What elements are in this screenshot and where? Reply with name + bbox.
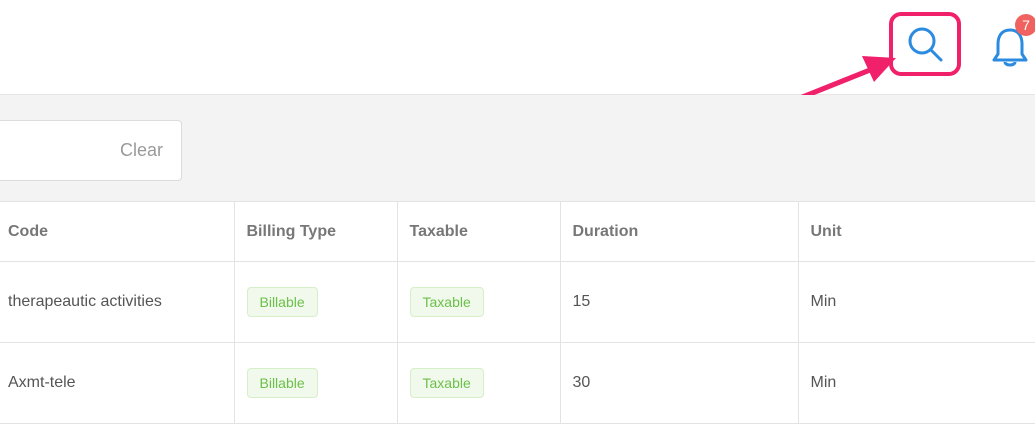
column-header-taxable[interactable]: Taxable: [397, 202, 561, 262]
taxable-cell: Taxable: [397, 342, 561, 424]
top-bar: 7: [0, 0, 1035, 95]
table-row[interactable]: Axmt-tele Billable Taxable 30 Min: [0, 342, 1035, 424]
billable-tag: Billable: [246, 287, 318, 317]
duration-cell: 15: [560, 261, 799, 343]
filter-bar: Clear: [0, 95, 1035, 202]
column-header-duration[interactable]: Duration: [560, 202, 799, 262]
search-field[interactable]: Clear: [0, 120, 182, 181]
clear-button[interactable]: Clear: [120, 140, 163, 161]
duration-cell: 30: [560, 342, 799, 424]
taxable-tag: Taxable: [409, 287, 484, 317]
taxable-cell: Taxable: [397, 261, 561, 343]
table-row[interactable]: therapeautic activities Billable Taxable…: [0, 261, 1035, 343]
code-cell: therapeautic activities: [0, 261, 235, 343]
taxable-tag: Taxable: [409, 368, 484, 398]
search-button[interactable]: [889, 12, 961, 76]
code-cell: Axmt-tele: [0, 342, 235, 424]
service-codes-table: Code Billing Type Taxable Duration Unit …: [0, 202, 1035, 424]
billable-tag: Billable: [246, 368, 318, 398]
column-header-unit[interactable]: Unit: [798, 202, 1035, 262]
notification-badge: 7: [1015, 14, 1035, 36]
search-icon: [908, 27, 943, 62]
unit-cell: Min: [798, 261, 1035, 343]
column-header-code[interactable]: Code: [0, 202, 235, 262]
unit-cell: Min: [798, 342, 1035, 424]
billing-type-cell: Billable: [234, 342, 398, 424]
column-header-billing-type[interactable]: Billing Type: [234, 202, 398, 262]
table-header-row: Code Billing Type Taxable Duration Unit: [0, 202, 1035, 262]
billing-type-cell: Billable: [234, 261, 398, 343]
